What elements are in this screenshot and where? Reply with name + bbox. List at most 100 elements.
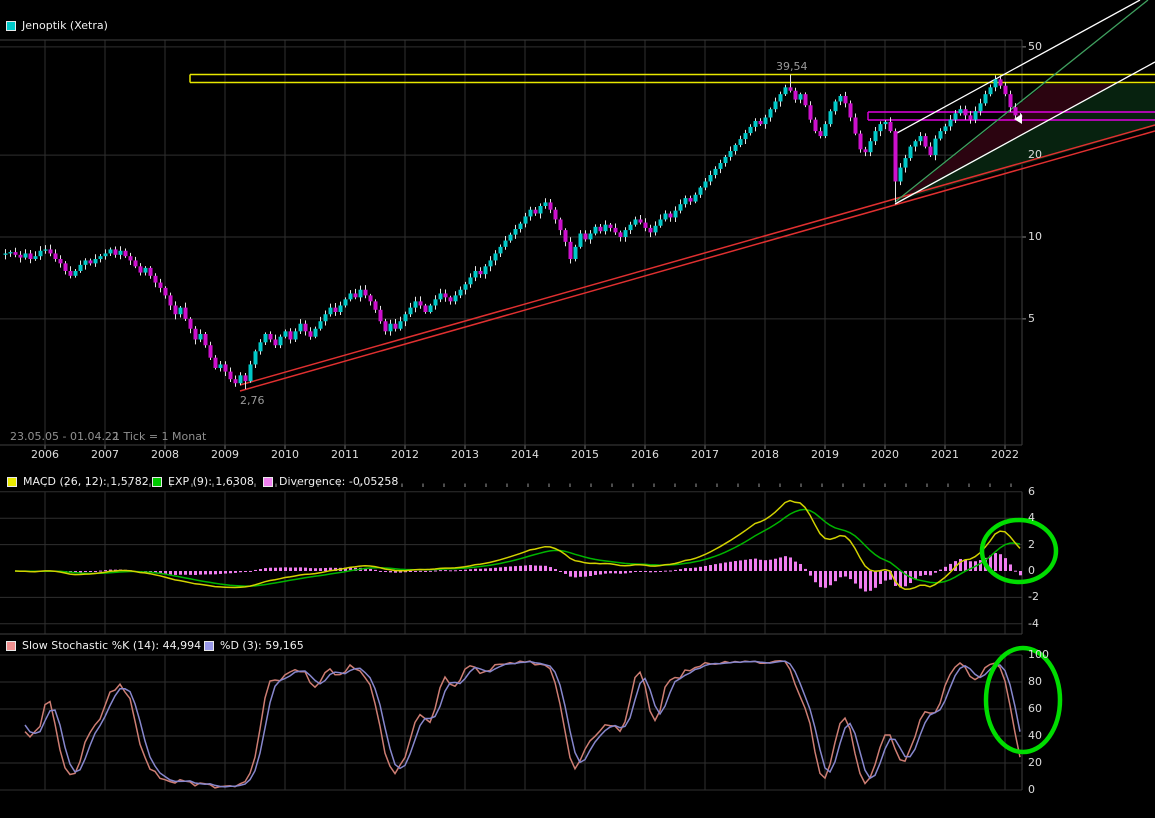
stoch-tick-label: 0 (1028, 783, 1035, 796)
candle-body (249, 364, 253, 381)
macd-histogram-bar (934, 571, 937, 573)
macd-tick-label: 0 (1028, 564, 1035, 577)
macd-histogram-bar (499, 567, 502, 571)
macd-legend-item: MACD (26, 12): 1,5782 (7, 475, 149, 488)
macd-histogram-bar (944, 567, 947, 571)
candle-body (834, 101, 838, 111)
candle-body (779, 94, 783, 101)
macd-histogram-bar (289, 568, 292, 571)
candle-body (774, 101, 778, 109)
macd-histogram-bar (1004, 558, 1007, 571)
candle-body (414, 301, 418, 307)
stoch-k-legend-item: Slow Stochastic %K (14): 44,994 (6, 639, 201, 652)
candle-body (504, 241, 508, 247)
macd-histogram-bar (254, 570, 257, 571)
candle-body (729, 151, 733, 157)
candle-body (909, 147, 913, 159)
candle-body (59, 259, 63, 263)
candle-body (114, 249, 118, 254)
candle-body (1009, 94, 1013, 107)
macd-histogram-bar (664, 571, 667, 572)
macd-histogram-bar (309, 568, 312, 571)
candle-body (869, 141, 873, 152)
candle-body (989, 87, 993, 94)
candle-body (94, 259, 98, 263)
candle-body (564, 230, 568, 242)
year-label: 2007 (91, 448, 119, 461)
candle-body (999, 79, 1003, 85)
year-label: 2017 (691, 448, 719, 461)
candle-body (699, 188, 703, 195)
macd-histogram-bar (234, 571, 237, 573)
macd-histogram-bar (854, 571, 857, 584)
candle-body (529, 210, 533, 217)
candle-body (674, 211, 678, 218)
macd-histogram-bar (579, 571, 582, 577)
candle-body (534, 210, 538, 214)
candle-body (544, 202, 548, 206)
candle-body (689, 198, 693, 201)
candle-body (339, 305, 343, 312)
candle-body (889, 122, 893, 131)
macd-histogram-bar (249, 571, 252, 572)
candle-body (914, 141, 918, 146)
macd-histogram-bar (444, 570, 447, 571)
macd-histogram-bar (864, 571, 867, 591)
candle-body (859, 134, 863, 150)
macd-histogram-bar (704, 566, 707, 571)
macd-histogram-bar (619, 571, 622, 574)
macd-histogram-bar (199, 571, 202, 575)
candle-body (884, 122, 888, 124)
stoch-k-line (25, 661, 1020, 788)
candle-body (454, 295, 458, 301)
candle-body (719, 163, 723, 169)
candle-body (559, 219, 563, 230)
candle-body (324, 314, 328, 321)
macd-histogram-bar (269, 568, 272, 571)
candle-body (9, 252, 13, 253)
macd-histogram-bar (229, 571, 232, 573)
macd-histogram-bar (634, 571, 637, 572)
candle-body (214, 358, 218, 368)
macd-histogram-bar (679, 569, 682, 571)
candle-body (439, 293, 443, 299)
candle-body (944, 126, 948, 131)
candle-body (659, 219, 663, 225)
macd-histogram-bar (799, 564, 802, 571)
candle-body (744, 133, 748, 139)
candle-body (664, 214, 668, 220)
exp-swatch-icon (152, 477, 162, 487)
candle-body (234, 379, 238, 383)
candle-body (189, 319, 193, 329)
macd-histogram-bar (609, 571, 612, 573)
candle-body (169, 295, 173, 305)
candle-body (294, 331, 298, 339)
price-tick-label: 10 (1028, 230, 1042, 243)
candle-body (829, 111, 833, 124)
candle-body (499, 247, 503, 254)
divergence-swatch-icon (263, 477, 273, 487)
candle-body (309, 331, 313, 336)
macd-histogram-bar (474, 569, 477, 571)
candle-body (799, 94, 803, 99)
candle-body (334, 308, 338, 312)
chart-title-legend: Jenoptik (Xetra) (6, 19, 108, 32)
macd-histogram-bar (189, 571, 192, 575)
macd-histogram-bar (184, 571, 187, 575)
macd-histogram-bar (224, 571, 227, 574)
candle-body (654, 226, 658, 233)
macd-histogram-bar (514, 566, 517, 571)
macd-histogram-bar (829, 571, 832, 585)
candle-body (299, 324, 303, 332)
price-tick-label: 5 (1028, 312, 1035, 325)
macd-histogram-bar (694, 568, 697, 571)
macd-histogram-bar (279, 568, 282, 571)
macd-histogram-bar (449, 570, 452, 571)
candle-body (739, 139, 743, 145)
macd-histogram-bar (789, 557, 792, 571)
stoch-tick-label: 80 (1028, 675, 1042, 688)
macd-histogram-bar (324, 568, 327, 571)
macd-histogram-bar (94, 571, 97, 572)
series-swatch-icon (6, 21, 16, 31)
candle-body (244, 375, 248, 381)
